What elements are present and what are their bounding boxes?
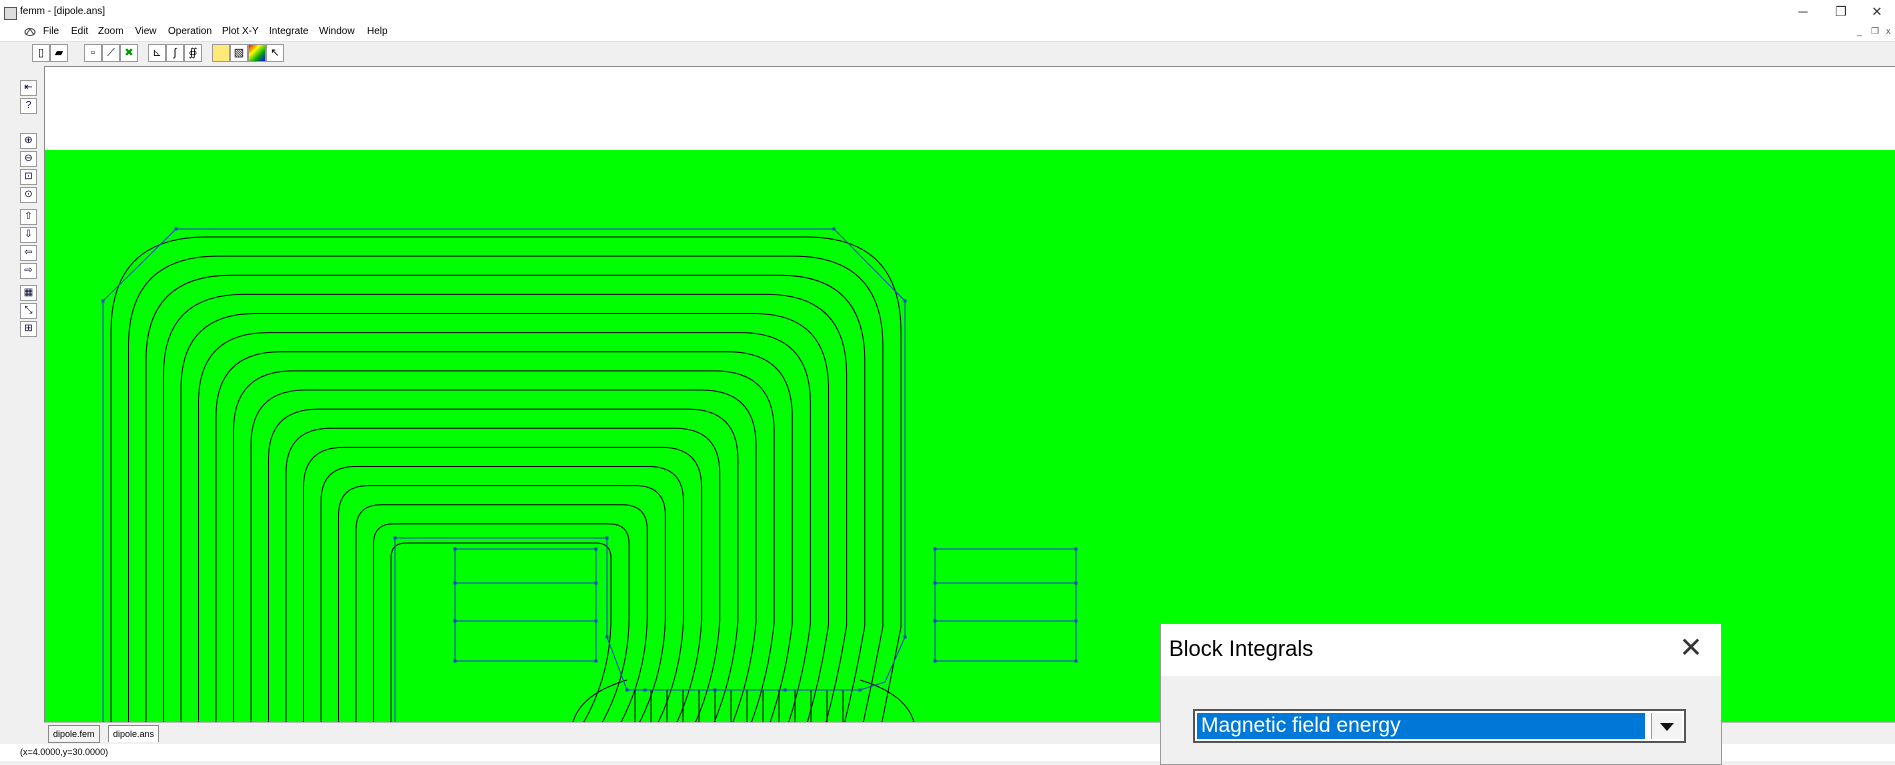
- contour-mode-icon[interactable]: ⟋: [102, 44, 120, 62]
- menu-help[interactable]: Help: [367, 26, 388, 37]
- line-integral-icon[interactable]: ∫: [166, 44, 184, 62]
- tab-dipole-ans[interactable]: dipole.ans: [108, 725, 160, 742]
- menu-integrate[interactable]: Integrate: [269, 26, 308, 37]
- mesh-icon[interactable]: ⊞: [20, 321, 37, 337]
- geometry-node: [933, 659, 937, 663]
- geometry-node: [594, 547, 598, 551]
- geometry-node: [1074, 659, 1078, 663]
- menu-file[interactable]: File: [43, 26, 59, 37]
- geometry-node: [594, 659, 598, 663]
- previous-view-icon[interactable]: ⇤: [20, 80, 37, 96]
- geometry-node: [453, 581, 457, 585]
- density-plot-icon[interactable]: [212, 44, 230, 62]
- chevron-down-icon[interactable]: [1651, 713, 1682, 739]
- geometry-node: [594, 581, 598, 585]
- snap-grid-icon[interactable]: ⤡: [20, 303, 37, 319]
- point-mode-icon[interactable]: ▫: [84, 44, 102, 62]
- flux-density-plot-icon[interactable]: ▧: [230, 44, 248, 62]
- dialog-header: Block Integrals ✕: [1161, 624, 1721, 676]
- dialog-title: Block Integrals: [1169, 636, 1314, 661]
- zoom-in-icon[interactable]: ⊕: [20, 133, 37, 149]
- geometry-node: [933, 547, 937, 551]
- pan-up-icon[interactable]: ⇧: [20, 209, 37, 225]
- geometry-node: [101, 299, 105, 303]
- geometry-node: [713, 688, 717, 692]
- mdi-restore-button[interactable]: ❐: [1871, 26, 1879, 37]
- coordinate-readout: (x=4.0000,y=30.0000): [20, 747, 109, 757]
- pan-down-icon[interactable]: ⇩: [20, 227, 37, 243]
- tab-dipole-fem[interactable]: dipole.fem: [48, 725, 100, 743]
- integral-type-select[interactable]: Magnetic field energy: [1193, 709, 1686, 743]
- new-file-icon[interactable]: ▯: [32, 44, 50, 62]
- menu-bar: File Edit Zoom View Operation Plot X-Y I…: [0, 24, 1895, 42]
- geometry-node: [605, 536, 609, 540]
- geometry-node: [453, 619, 457, 623]
- help-icon[interactable]: ?: [20, 98, 37, 114]
- menu-operation[interactable]: Operation: [168, 26, 212, 37]
- menu-edit[interactable]: Edit: [71, 26, 88, 37]
- geometry-node: [1074, 547, 1078, 551]
- close-button[interactable]: ✕: [1862, 3, 1892, 21]
- geometry-node: [1074, 619, 1078, 623]
- geometry-node: [594, 619, 598, 623]
- menu-plot-xy[interactable]: Plot X-Y: [222, 26, 259, 37]
- geometry-node: [903, 299, 907, 303]
- block-integrals-dialog: Block Integrals ✕ Magnetic field energy: [1160, 623, 1722, 765]
- view-toolbar: ⇤ ? ⊕ ⊖ ⊡ ⊙ ⇧ ⇩ ⇦ ⇨ ▦ ⤡ ⊞: [18, 78, 40, 340]
- tab-label: dipole.fem: [53, 729, 95, 739]
- geometry-node: [903, 635, 907, 639]
- geometry-node: [625, 688, 629, 692]
- dialog-close-button[interactable]: ✕: [1671, 630, 1711, 666]
- tab-label: dipole.ans: [113, 729, 155, 739]
- zoom-natural-icon[interactable]: ⊙: [20, 187, 37, 203]
- geometry-node: [453, 659, 457, 663]
- select-pointer-icon[interactable]: ↖: [266, 44, 284, 62]
- geometry-node: [858, 688, 862, 692]
- menu-zoom[interactable]: Zoom: [98, 26, 124, 37]
- title-bar: femm - [dipole.ans] ─ ❐ ✕: [0, 0, 1895, 24]
- grid-icon[interactable]: ▦: [20, 285, 37, 301]
- geometry-node: [393, 536, 397, 540]
- zoom-out-icon[interactable]: ⊖: [20, 151, 37, 167]
- mdi-close-button[interactable]: x: [1886, 26, 1891, 36]
- geometry-node: [1074, 581, 1078, 585]
- menu-view[interactable]: View: [135, 26, 157, 37]
- pan-right-icon[interactable]: ⇨: [20, 263, 37, 279]
- plot-xy-icon[interactable]: ⊾: [148, 44, 166, 62]
- open-file-icon[interactable]: ▰: [50, 44, 68, 62]
- geometry-node: [832, 227, 836, 231]
- app-icon: [4, 7, 17, 20]
- integral-type-value: Magnetic field energy: [1197, 713, 1645, 739]
- menu-window[interactable]: Window: [319, 26, 355, 37]
- geometry-node: [933, 619, 937, 623]
- block-integral-icon[interactable]: ∯: [184, 44, 202, 62]
- contour-plot-icon[interactable]: [248, 44, 266, 62]
- zoom-window-icon[interactable]: ⊡: [20, 169, 37, 185]
- geometry-node: [174, 227, 178, 231]
- window-title: femm - [dipole.ans]: [20, 6, 106, 17]
- geometry-node: [643, 688, 647, 692]
- document-icon: [24, 28, 36, 36]
- geometry-node: [605, 635, 609, 639]
- restore-button[interactable]: ❐: [1826, 3, 1856, 21]
- geometry-node: [933, 581, 937, 585]
- area-mode-icon[interactable]: ✖: [120, 44, 138, 62]
- geometry-node: [453, 547, 457, 551]
- geometry-node: [783, 688, 787, 692]
- toolbar: ▯ ▰ ▫ ⟋ ✖ ⊾ ∫ ∯ ▧ ↖: [0, 42, 1895, 66]
- minimize-button[interactable]: ─: [1788, 3, 1818, 21]
- pan-left-icon[interactable]: ⇦: [20, 245, 37, 261]
- mdi-minimize-button[interactable]: _: [1857, 26, 1862, 36]
